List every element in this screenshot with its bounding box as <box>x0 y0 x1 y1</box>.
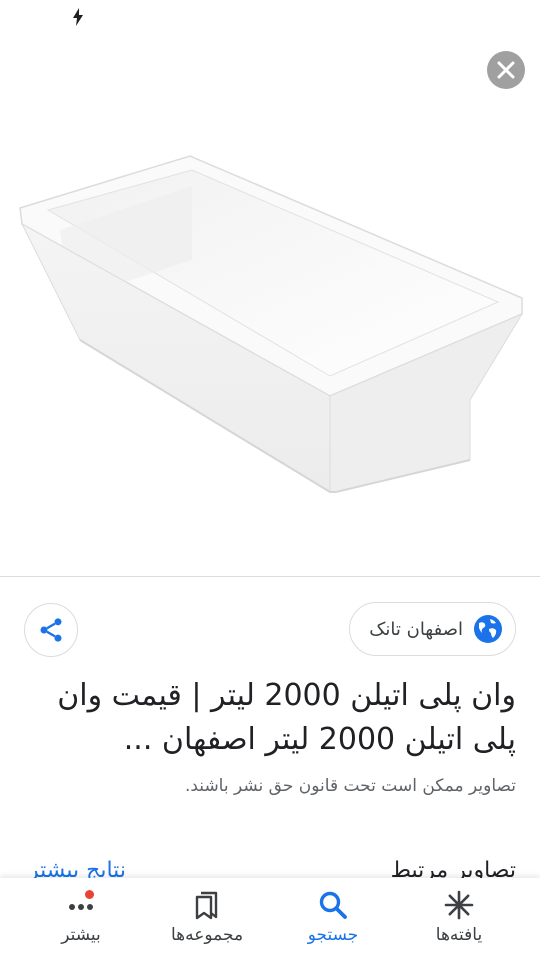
nav-search-label: جستجو <box>307 925 359 945</box>
bookmarks-icon <box>195 891 218 920</box>
related-images-title: تصاویر مرتبط <box>390 858 516 878</box>
copyright-notice: تصاویر ممکن است تحت قانون حق نشر باشند. <box>184 776 516 796</box>
asterisk-icon <box>444 890 474 920</box>
nav-more-label: بیشتر <box>61 925 101 945</box>
nav-more[interactable]: بیشتر <box>26 878 136 960</box>
result-title[interactable]: وان پلی اتیلن 2000 لیتر | قیمت وان پلی ا… <box>22 674 516 762</box>
notification-badge <box>85 890 94 899</box>
close-icon <box>497 61 515 79</box>
nav-discover[interactable]: یافته‌ها <box>404 878 514 960</box>
more-dots-icon <box>66 890 96 920</box>
globe-icon <box>474 615 502 643</box>
source-chip[interactable]: اصفهان تانک <box>349 602 516 656</box>
nav-collections-label: مجموعه‌ها <box>170 925 244 945</box>
tub-image <box>19 155 524 493</box>
share-icon <box>40 618 62 642</box>
search-icon <box>319 891 347 919</box>
image-preview[interactable] <box>0 100 540 576</box>
bolt-icon <box>73 8 83 26</box>
nav-search[interactable]: جستجو <box>278 878 388 960</box>
bottom-navigation: یافته‌ها جستجو مجموعه‌ها بیشتر <box>0 878 540 960</box>
divider <box>0 576 540 577</box>
nav-collections[interactable]: مجموعه‌ها <box>152 878 262 960</box>
close-button[interactable] <box>487 51 525 89</box>
nav-discover-label: یافته‌ها <box>435 925 483 945</box>
share-button[interactable] <box>24 603 78 657</box>
status-bar <box>0 0 540 36</box>
more-results-link[interactable]: نتایج بیشتر <box>28 856 126 878</box>
related-images-header: تصاویر مرتبط نتایج بیشتر <box>22 856 516 878</box>
source-name: اصفهان تانک <box>369 618 463 640</box>
